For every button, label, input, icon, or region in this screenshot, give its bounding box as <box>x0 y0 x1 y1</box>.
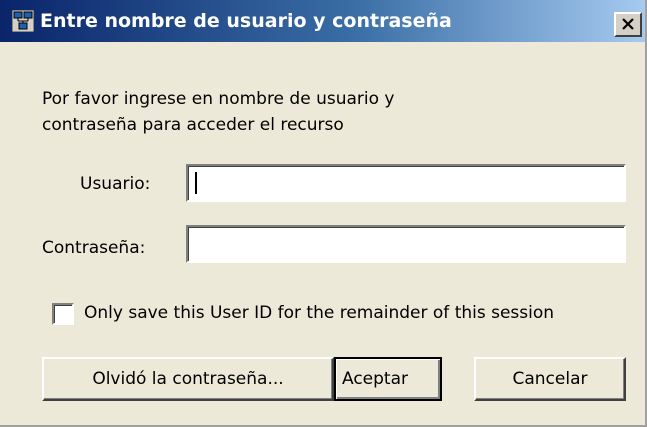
close-button[interactable] <box>614 12 642 37</box>
network-computers-icon <box>11 9 35 33</box>
password-input[interactable] <box>186 225 626 263</box>
login-dialog: Entre nombre de usuario y contraseña Por… <box>0 0 647 427</box>
dialog-title: Entre nombre de usuario y contraseña <box>40 10 452 32</box>
username-input[interactable] <box>186 164 626 202</box>
username-label: Usuario: <box>80 174 151 194</box>
title-bar[interactable]: Entre nombre de usuario y contraseña <box>0 0 645 42</box>
instructions-line-1: Por favor ingrese en nombre de usuario y <box>42 89 395 109</box>
session-only-checkbox[interactable] <box>52 303 74 325</box>
instructions-line-2: contraseña para acceder el recurso <box>42 115 344 135</box>
cancel-button[interactable]: Cancelar <box>474 357 626 401</box>
instructions-text: Por favor ingrese en nombre de usuario y… <box>42 86 602 138</box>
session-only-checkbox-label[interactable]: Only save this User ID for the remainder… <box>84 302 554 324</box>
forgot-password-button[interactable]: Olvidó la contraseña... <box>42 357 334 401</box>
accept-button[interactable]: Aceptar <box>334 357 442 401</box>
close-icon <box>622 18 634 30</box>
password-label: Contraseña: <box>42 238 146 258</box>
text-caret <box>195 172 197 194</box>
